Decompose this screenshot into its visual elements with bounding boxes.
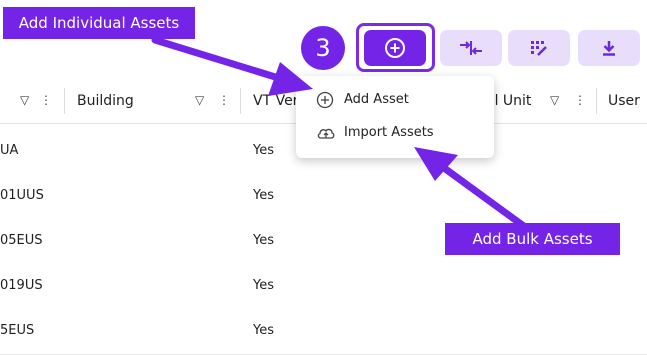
download-icon: [603, 41, 615, 56]
filter-icon[interactable]: ▽: [195, 93, 204, 107]
grid-edit-icon: [531, 41, 547, 56]
cell-building: UA: [0, 143, 19, 158]
column-divider: [64, 88, 65, 114]
table-row[interactable]: 019US Yes: [0, 264, 647, 310]
column-divider: [596, 88, 597, 114]
column-divider: [240, 88, 241, 114]
step-number-badge: 3: [301, 26, 345, 70]
swap-arrows-icon: [460, 41, 482, 55]
add-asset-dropdown-menu: Add Asset Import Assets: [296, 76, 494, 158]
callout-add-bulk-assets: Add Bulk Assets: [445, 223, 620, 255]
column-header-vt-verified[interactable]: VT Ver: [253, 93, 298, 109]
column-header-user[interactable]: User: [608, 93, 640, 109]
filter-icon[interactable]: ▽: [20, 93, 29, 107]
more-vert-icon[interactable]: ⋮: [40, 93, 52, 107]
cell-vt-verified: Yes: [253, 143, 274, 158]
plus-circle-icon: [316, 91, 334, 109]
cell-vt-verified: Yes: [253, 278, 274, 293]
cell-building: 05EUS: [0, 233, 43, 248]
menu-item-label: Add Asset: [344, 92, 409, 107]
cell-vt-verified: Yes: [253, 188, 274, 203]
callout-add-individual-assets: Add Individual Assets: [3, 7, 195, 39]
menu-item-import-assets[interactable]: Import Assets: [296, 117, 494, 150]
table-row[interactable]: 01UUS Yes: [0, 174, 647, 220]
more-vert-icon[interactable]: ⋮: [218, 93, 230, 107]
filter-icon[interactable]: ▽: [550, 93, 559, 107]
menu-item-label: Import Assets: [344, 125, 434, 140]
cloud-upload-icon: [317, 128, 335, 139]
add-button-highlight: [356, 23, 435, 72]
cell-building: 01UUS: [0, 188, 44, 203]
edit-columns-button[interactable]: [508, 30, 570, 66]
cell-vt-verified: Yes: [253, 323, 274, 338]
cell-building: 5EUS: [0, 323, 35, 338]
download-button[interactable]: [578, 30, 640, 66]
column-header-building[interactable]: Building: [77, 93, 134, 109]
menu-item-add-asset[interactable]: Add Asset: [296, 84, 494, 117]
table-row[interactable]: 5EUS Yes: [0, 309, 647, 355]
cell-building: 019US: [0, 278, 43, 293]
more-vert-icon[interactable]: ⋮: [574, 93, 586, 107]
cell-vt-verified: Yes: [253, 233, 274, 248]
swap-arrows-button[interactable]: [440, 30, 502, 66]
